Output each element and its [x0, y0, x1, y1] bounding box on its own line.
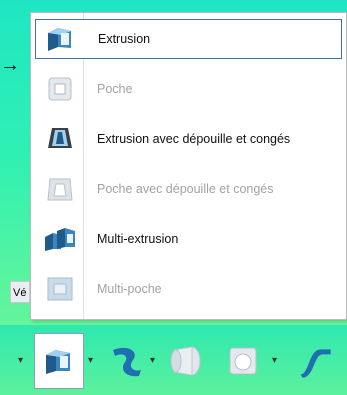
hole-icon	[229, 347, 257, 375]
extrude-icon	[46, 350, 70, 374]
menu-item-extrusion[interactable]: Extrusion	[35, 19, 342, 59]
menu-item-label: Multi-extrusion	[97, 232, 179, 246]
menu-item-label: Poche avec dépouille et congés	[97, 182, 274, 196]
multi-pocket-icon	[41, 273, 79, 305]
rib-toolbar-button[interactable]	[284, 333, 334, 389]
menu-item-extrusion-depouille-conges[interactable]: Extrusion avec dépouille et congés	[35, 119, 342, 159]
pointer-arrow-icon: →	[0, 54, 20, 76]
menu-item-multi-poche[interactable]: Multi-poche	[35, 269, 342, 309]
extrusion-dropdown-menu: Extrusion Poche Extrusion avec dépouille…	[30, 12, 347, 320]
menu-item-label: Extrusion	[98, 32, 151, 46]
menu-item-poche[interactable]: Poche	[35, 69, 342, 109]
menu-item-label: Multi-poche	[97, 282, 162, 296]
drafted-filleted-pocket-icon	[41, 173, 79, 205]
menu-item-poche-depouille-conges[interactable]: Poche avec dépouille et congés	[35, 169, 342, 209]
partial-toolbar-label: Vé	[10, 281, 30, 303]
hole-toolbar-button[interactable]	[218, 333, 268, 389]
multi-extrude-icon	[41, 223, 79, 255]
revolve-icon	[113, 347, 141, 377]
extrude-icon	[42, 23, 80, 55]
extrude-toolbar-button[interactable]	[34, 333, 84, 389]
groove-icon	[170, 346, 201, 376]
revolve-toolbar-button[interactable]	[100, 333, 150, 389]
rib-icon	[300, 349, 331, 378]
groove-toolbar-button[interactable]	[160, 333, 210, 389]
menu-item-label: Extrusion avec dépouille et congés	[97, 132, 291, 146]
dropdown-arrow-icon[interactable]: ▾	[88, 355, 93, 366]
dropdown-arrow-icon[interactable]: ▾	[18, 355, 23, 366]
menu-item-multi-extrusion[interactable]: Multi-extrusion	[35, 219, 342, 259]
dropdown-arrow-icon[interactable]: ▾	[272, 355, 277, 366]
dropdown-arrow-icon[interactable]: ▾	[150, 355, 155, 366]
menu-item-label: Poche	[97, 82, 133, 96]
drafted-filleted-extrude-icon	[41, 123, 79, 155]
pocket-icon	[41, 73, 79, 105]
